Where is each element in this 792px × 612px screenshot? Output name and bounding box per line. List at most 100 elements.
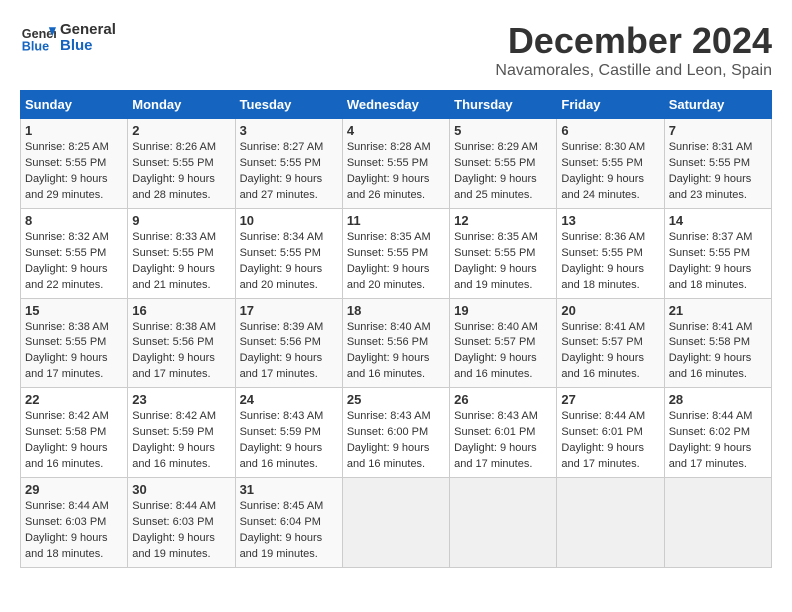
calendar-week-2: 8 Sunrise: 8:32 AMSunset: 5:55 PMDaylight… [21,208,772,298]
day-info: Sunrise: 8:35 AMSunset: 5:55 PMDaylight:… [347,230,445,294]
logo: General Blue General Blue [20,20,116,56]
calendar-week-1: 1 Sunrise: 8:25 AMSunset: 5:55 PMDaylight… [21,119,772,209]
weekday-monday: Monday [128,91,235,119]
day-info: Sunrise: 8:26 AMSunset: 5:55 PMDaylight:… [132,140,230,204]
calendar-table: SundayMondayTuesdayWednesdayThursdayFrid… [20,90,772,568]
weekday-friday: Friday [557,91,664,119]
calendar-cell: 27Sunrise: 8:44 AMSunset: 6:01 PMDayligh… [557,388,664,478]
calendar-cell: 20 Sunrise: 8:41 AMSunset: 5:57 PMDayligh… [557,298,664,388]
day-info: Sunrise: 8:34 AMSunset: 5:55 PMDaylight:… [240,230,338,294]
calendar-cell: 21Sunrise: 8:41 AMSunset: 5:58 PMDayligh… [664,298,771,388]
location-title: Navamorales, Castille and Leon, Spain [495,62,772,80]
calendar-cell [557,478,664,568]
day-info: Sunrise: 8:39 AMSunset: 5:56 PMDaylight:… [240,320,338,384]
calendar-cell: 14Sunrise: 8:37 AMSunset: 5:55 PMDayligh… [664,208,771,298]
day-info: Sunrise: 8:43 AMSunset: 5:59 PMDaylight:… [240,409,338,473]
day-info: Sunrise: 8:43 AMSunset: 6:00 PMDaylight:… [347,409,445,473]
calendar-cell: 3 Sunrise: 8:27 AMSunset: 5:55 PMDaylight… [235,119,342,209]
calendar-cell: 26 Sunrise: 8:43 AMSunset: 6:01 PMDayligh… [450,388,557,478]
day-info: Sunrise: 8:44 AMSunset: 6:03 PMDaylight:… [132,499,230,563]
day-number: 9 [132,213,230,228]
calendar-cell [342,478,449,568]
day-info: Sunrise: 8:36 AMSunset: 5:55 PMDaylight:… [561,230,659,294]
day-info: Sunrise: 8:43 AMSunset: 6:01 PMDaylight:… [454,409,552,473]
calendar-cell: 31 Sunrise: 8:45 AMSunset: 6:04 PMDayligh… [235,478,342,568]
day-info: Sunrise: 8:38 AMSunset: 5:55 PMDaylight:… [25,320,123,384]
logo-general-text: General [60,22,116,39]
weekday-tuesday: Tuesday [235,91,342,119]
day-info: Sunrise: 8:41 AMSunset: 5:58 PMDaylight:… [669,320,767,384]
calendar-cell: 25Sunrise: 8:43 AMSunset: 6:00 PMDayligh… [342,388,449,478]
day-info: Sunrise: 8:25 AMSunset: 5:55 PMDaylight:… [25,140,123,204]
day-info: Sunrise: 8:29 AMSunset: 5:55 PMDaylight:… [454,140,552,204]
page-header: General Blue General Blue December 2024 … [20,20,772,80]
title-block: December 2024 Navamorales, Castille and … [495,20,772,80]
calendar-cell: 16 Sunrise: 8:38 AMSunset: 5:56 PMDayligh… [128,298,235,388]
day-info: Sunrise: 8:35 AMSunset: 5:55 PMDaylight:… [454,230,552,294]
weekday-header-row: SundayMondayTuesdayWednesdayThursdayFrid… [21,91,772,119]
calendar-cell: 5Sunrise: 8:29 AMSunset: 5:55 PMDaylight… [450,119,557,209]
day-info: Sunrise: 8:38 AMSunset: 5:56 PMDaylight:… [132,320,230,384]
calendar-cell: 22Sunrise: 8:42 AMSunset: 5:58 PMDayligh… [21,388,128,478]
day-number: 3 [240,123,338,138]
day-number: 10 [240,213,338,228]
calendar-cell: 2 Sunrise: 8:26 AMSunset: 5:55 PMDaylight… [128,119,235,209]
day-info: Sunrise: 8:44 AMSunset: 6:03 PMDaylight:… [25,499,123,563]
day-number: 7 [669,123,767,138]
logo-blue-text: Blue [60,38,116,55]
day-info: Sunrise: 8:28 AMSunset: 5:55 PMDaylight:… [347,140,445,204]
day-info: Sunrise: 8:44 AMSunset: 6:02 PMDaylight:… [669,409,767,473]
day-info: Sunrise: 8:42 AMSunset: 5:59 PMDaylight:… [132,409,230,473]
calendar-week-4: 22Sunrise: 8:42 AMSunset: 5:58 PMDayligh… [21,388,772,478]
day-info: Sunrise: 8:31 AMSunset: 5:55 PMDaylight:… [669,140,767,204]
calendar-cell: 30 Sunrise: 8:44 AMSunset: 6:03 PMDayligh… [128,478,235,568]
day-info: Sunrise: 8:27 AMSunset: 5:55 PMDaylight:… [240,140,338,204]
day-number: 16 [132,303,230,318]
weekday-saturday: Saturday [664,91,771,119]
month-title: December 2024 [495,20,772,62]
day-number: 12 [454,213,552,228]
day-info: Sunrise: 8:42 AMSunset: 5:58 PMDaylight:… [25,409,123,473]
day-number: 18 [347,303,445,318]
day-number: 20 [561,303,659,318]
day-info: Sunrise: 8:40 AMSunset: 5:56 PMDaylight:… [347,320,445,384]
calendar-cell: 17Sunrise: 8:39 AMSunset: 5:56 PMDayligh… [235,298,342,388]
day-info: Sunrise: 8:44 AMSunset: 6:01 PMDaylight:… [561,409,659,473]
day-info: Sunrise: 8:32 AMSunset: 5:55 PMDaylight:… [25,230,123,294]
weekday-thursday: Thursday [450,91,557,119]
day-number: 15 [25,303,123,318]
calendar-cell: 28Sunrise: 8:44 AMSunset: 6:02 PMDayligh… [664,388,771,478]
day-info: Sunrise: 8:33 AMSunset: 5:55 PMDaylight:… [132,230,230,294]
day-number: 6 [561,123,659,138]
day-info: Sunrise: 8:37 AMSunset: 5:55 PMDaylight:… [669,230,767,294]
calendar-week-5: 29 Sunrise: 8:44 AMSunset: 6:03 PMDayligh… [21,478,772,568]
day-number: 11 [347,213,445,228]
calendar-week-3: 15 Sunrise: 8:38 AMSunset: 5:55 PMDayligh… [21,298,772,388]
day-number: 26 [454,392,552,407]
day-number: 24 [240,392,338,407]
day-number: 19 [454,303,552,318]
calendar-cell [450,478,557,568]
day-number: 30 [132,482,230,497]
calendar-cell: 29 Sunrise: 8:44 AMSunset: 6:03 PMDayligh… [21,478,128,568]
weekday-wednesday: Wednesday [342,91,449,119]
calendar-cell: 9 Sunrise: 8:33 AMSunset: 5:55 PMDaylight… [128,208,235,298]
day-number: 31 [240,482,338,497]
day-info: Sunrise: 8:45 AMSunset: 6:04 PMDaylight:… [240,499,338,563]
day-number: 2 [132,123,230,138]
calendar-cell: 10 Sunrise: 8:34 AMSunset: 5:55 PMDayligh… [235,208,342,298]
day-number: 8 [25,213,123,228]
calendar-cell: 1 Sunrise: 8:25 AMSunset: 5:55 PMDaylight… [21,119,128,209]
calendar-cell: 8 Sunrise: 8:32 AMSunset: 5:55 PMDaylight… [21,208,128,298]
day-info: Sunrise: 8:41 AMSunset: 5:57 PMDaylight:… [561,320,659,384]
calendar-cell: 6Sunrise: 8:30 AMSunset: 5:55 PMDaylight… [557,119,664,209]
calendar-cell: 19 Sunrise: 8:40 AMSunset: 5:57 PMDayligh… [450,298,557,388]
weekday-sunday: Sunday [21,91,128,119]
calendar-cell: 18 Sunrise: 8:40 AMSunset: 5:56 PMDayligh… [342,298,449,388]
calendar-cell [664,478,771,568]
calendar-cell: 4Sunrise: 8:28 AMSunset: 5:55 PMDaylight… [342,119,449,209]
day-number: 1 [25,123,123,138]
day-info: Sunrise: 8:40 AMSunset: 5:57 PMDaylight:… [454,320,552,384]
day-number: 29 [25,482,123,497]
calendar-cell: 13Sunrise: 8:36 AMSunset: 5:55 PMDayligh… [557,208,664,298]
